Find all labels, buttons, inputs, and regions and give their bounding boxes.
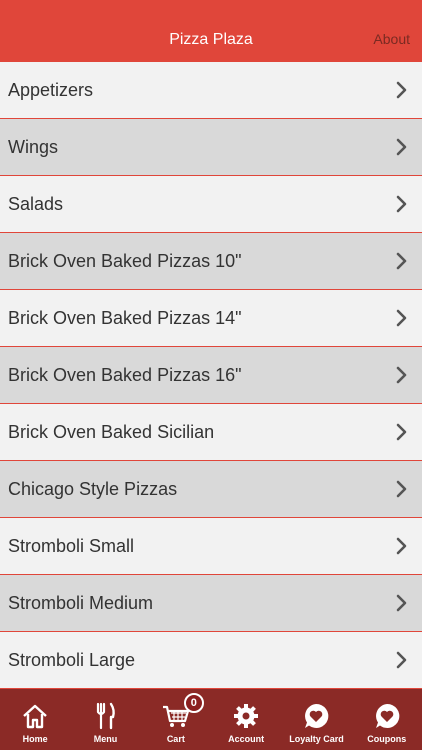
chevron-right-icon xyxy=(396,309,407,327)
menu-item-stromboli-small[interactable]: Stromboli Small xyxy=(0,518,422,575)
chevron-right-icon xyxy=(396,423,407,441)
chevron-right-icon xyxy=(396,366,407,384)
page-title: Pizza Plaza xyxy=(169,31,253,48)
menu-category-list: Appetizers Wings Salads Brick Oven Baked… xyxy=(0,62,422,689)
menu-item-label: Brick Oven Baked Pizzas 10" xyxy=(8,250,242,271)
chevron-right-icon xyxy=(396,138,407,156)
tab-coupons-label: Coupons xyxy=(367,734,407,744)
menu-item-label: Stromboli Large xyxy=(8,649,136,670)
tab-menu-label: Menu xyxy=(93,734,118,744)
chevron-right-icon xyxy=(396,594,407,612)
menu-item-pizzas-14[interactable]: Brick Oven Baked Pizzas 14" xyxy=(0,290,422,347)
menu-item-sicilian[interactable]: Brick Oven Baked Sicilian xyxy=(0,404,422,461)
menu-item-label: Wings xyxy=(8,136,59,157)
about-link[interactable]: About xyxy=(373,31,410,47)
cart-count-badge: 0 xyxy=(183,693,204,713)
menu-item-label: Brick Oven Baked Pizzas 16" xyxy=(8,364,242,385)
menu-item-label: Chicago Style Pizzas xyxy=(8,478,178,499)
tab-account-label: Account xyxy=(228,734,265,744)
menu-item-appetizers[interactable]: Appetizers xyxy=(0,62,422,119)
heart-bubble-icon xyxy=(305,703,329,728)
tab-cart[interactable]: Cart 0 xyxy=(141,689,211,750)
tab-account[interactable]: Account xyxy=(211,689,281,750)
gear-icon xyxy=(234,704,259,728)
tab-cart-label: Cart xyxy=(166,734,185,744)
menu-item-stromboli-medium[interactable]: Stromboli Medium xyxy=(0,575,422,632)
menu-item-pizzas-16[interactable]: Brick Oven Baked Pizzas 16" xyxy=(0,347,422,404)
menu-item-label: Stromboli Small xyxy=(8,535,135,556)
menu-item-label: Appetizers xyxy=(8,79,94,100)
menu-item-label: Brick Oven Baked Pizzas 14" xyxy=(8,307,242,328)
tab-home-label: Home xyxy=(22,734,48,744)
menu-item-label: Stromboli Medium xyxy=(8,592,154,613)
tab-menu[interactable]: Menu xyxy=(70,689,140,750)
chevron-right-icon xyxy=(396,537,407,555)
menu-item-label: Brick Oven Baked Sicilian xyxy=(8,421,215,442)
bottom-tab-bar: Home Menu Cart 0 Account Loyalty Card Co… xyxy=(0,689,422,750)
tab-coupons[interactable]: Coupons xyxy=(352,689,422,750)
app-header: Pizza Plaza About xyxy=(0,0,422,62)
chevron-right-icon xyxy=(396,195,407,213)
menu-item-stromboli-large[interactable]: Stromboli Large xyxy=(0,632,422,689)
home-icon xyxy=(23,704,47,729)
chevron-right-icon xyxy=(396,81,407,99)
tab-loyalty-card[interactable]: Loyalty Card xyxy=(281,689,351,750)
menu-item-pizzas-10[interactable]: Brick Oven Baked Pizzas 10" xyxy=(0,233,422,290)
tab-loyalty-card-label: Loyalty Card xyxy=(289,734,344,744)
chevron-right-icon xyxy=(396,252,407,270)
menu-item-chicago[interactable]: Chicago Style Pizzas xyxy=(0,461,422,518)
menu-item-label: Salads xyxy=(8,193,64,214)
fork-knife-icon xyxy=(97,702,116,730)
chevron-right-icon xyxy=(396,480,407,498)
menu-item-wings[interactable]: Wings xyxy=(0,119,422,176)
heart-bubble-icon xyxy=(375,703,400,728)
menu-item-salads[interactable]: Salads xyxy=(0,176,422,233)
chevron-right-icon xyxy=(396,651,407,669)
tab-home[interactable]: Home xyxy=(0,689,70,750)
